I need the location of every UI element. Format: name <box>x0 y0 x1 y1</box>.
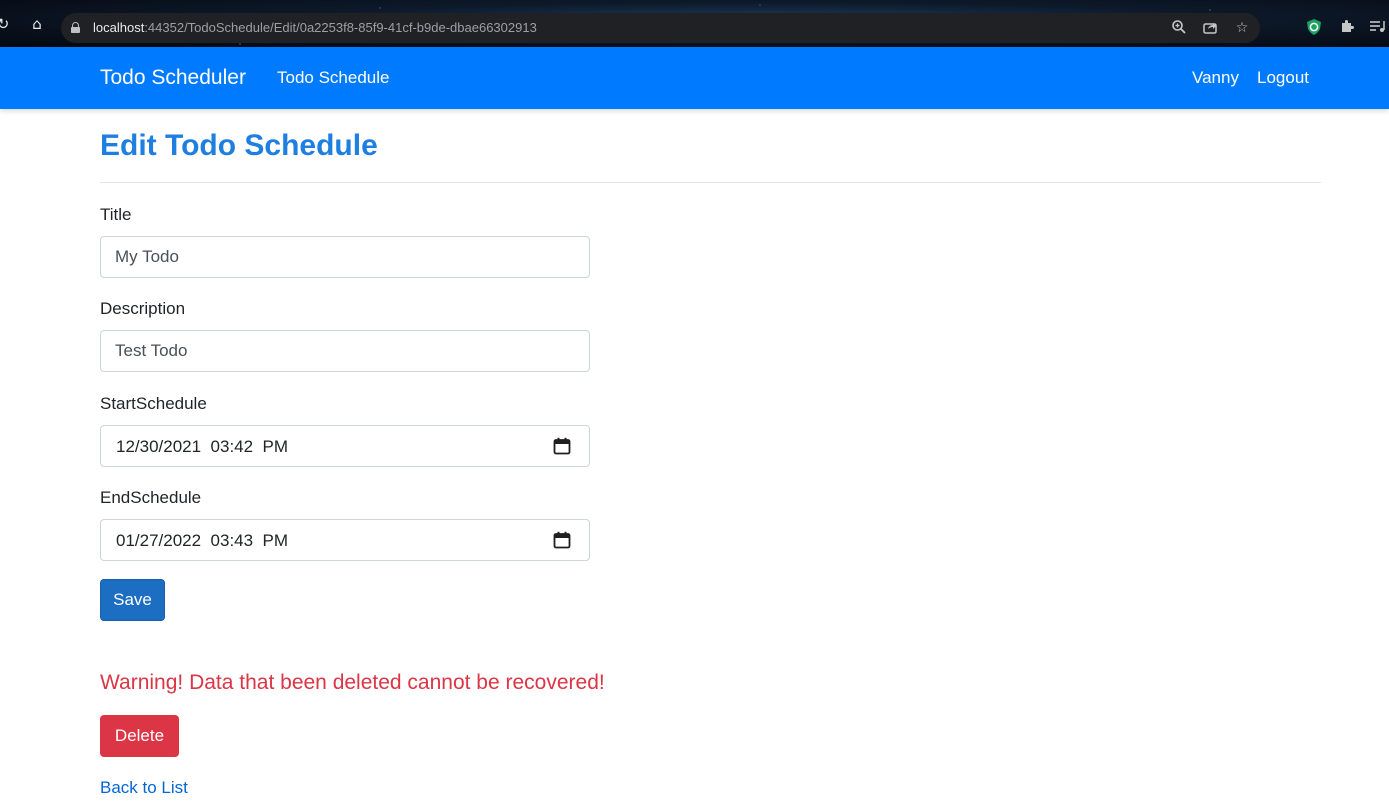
title-input[interactable] <box>100 236 590 278</box>
playlist-icon[interactable] <box>1369 18 1387 36</box>
back-to-list-link[interactable]: Back to List <box>100 777 188 799</box>
zoom-icon[interactable] <box>1170 19 1188 37</box>
share-icon[interactable] <box>1201 19 1219 37</box>
nav-link-todo-schedule[interactable]: Todo Schedule <box>277 67 389 89</box>
start-schedule-input[interactable]: 12/30/2021 03:42 PM <box>100 425 590 467</box>
start-schedule-label: StartSchedule <box>100 394 207 413</box>
lock-icon[interactable] <box>71 22 80 33</box>
delete-button[interactable]: Delete <box>100 715 179 757</box>
end-schedule-value: 01/27/2022 03:43 PM <box>116 531 289 550</box>
delete-warning-text: Warning! Data that been deleted cannot b… <box>100 671 605 694</box>
reload-icon[interactable]: ↻ <box>0 15 12 33</box>
address-bar[interactable]: localhost:44352/TodoSchedule/Edit/0a2253… <box>61 13 1260 43</box>
url-path: :44352/TodoSchedule/Edit/0a2253f8-85f9-4… <box>144 20 537 35</box>
save-button[interactable]: Save <box>100 579 165 621</box>
page-title: Edit Todo Schedule <box>100 129 378 162</box>
calendar-icon[interactable] <box>553 531 571 549</box>
url-host: localhost <box>93 20 145 35</box>
shield-extension-icon[interactable] <box>1306 18 1322 36</box>
star-icon[interactable]: ☆ <box>1233 19 1251 37</box>
puzzle-icon[interactable] <box>1338 18 1356 36</box>
end-schedule-label: EndSchedule <box>100 488 202 507</box>
url-text[interactable]: localhost:44352/TodoSchedule/Edit/0a2253… <box>93 20 537 36</box>
start-schedule-value: 12/30/2021 03:42 PM <box>116 437 289 456</box>
end-schedule-input[interactable]: 01/27/2022 03:43 PM <box>100 519 590 561</box>
brand-link[interactable]: Todo Scheduler <box>100 65 246 91</box>
description-input[interactable] <box>100 330 590 372</box>
home-icon[interactable]: ⌂ <box>28 15 46 33</box>
description-label: Description <box>100 299 186 318</box>
nav-link-user[interactable]: Vanny <box>1192 67 1239 89</box>
divider <box>100 182 1321 183</box>
calendar-icon[interactable] <box>553 437 571 455</box>
nav-link-logout[interactable]: Logout <box>1257 67 1309 89</box>
browser-toolbar: ↻ ⌂ localhost:44352/TodoSchedule/Edit/0a… <box>0 0 1389 47</box>
app-navbar: Todo Scheduler Todo Schedule Vanny Logou… <box>0 47 1389 109</box>
title-label: Title <box>100 205 132 224</box>
